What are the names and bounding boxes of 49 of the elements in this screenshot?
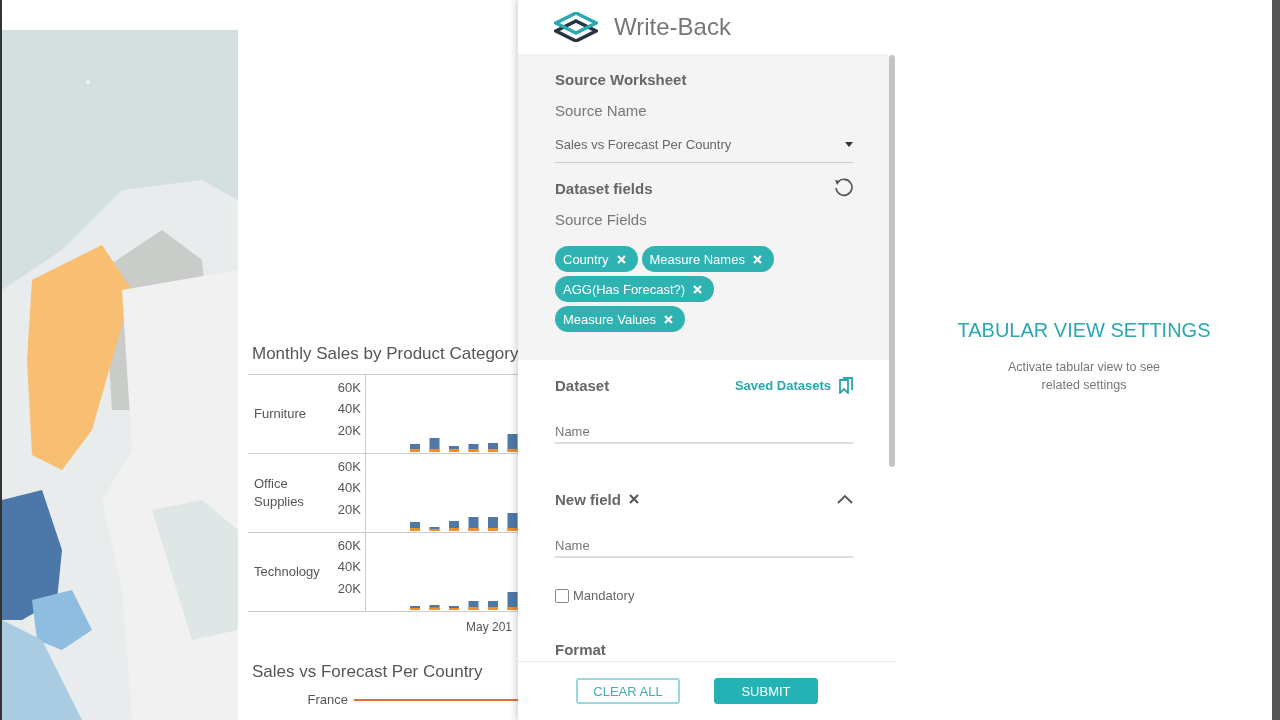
row-label: Furniture [253, 405, 308, 423]
checkbox-label: Mandatory [573, 588, 635, 603]
axis-tick: 20K [337, 501, 361, 517]
layers-logo-icon [554, 12, 598, 42]
field-chip: Country [555, 246, 638, 272]
bookmark-icon [839, 376, 853, 394]
name-field[interactable]: Name [555, 538, 853, 558]
remove-icon[interactable] [693, 284, 703, 294]
section-heading: Format [555, 641, 607, 658]
row-label: Technology [253, 563, 321, 581]
section-heading: Dataset fields [555, 179, 653, 197]
section-heading: Source Worksheet [555, 69, 688, 90]
remove-icon[interactable] [664, 314, 673, 324]
submit-button[interactable]: SUBMIT [714, 678, 818, 704]
axis-tick: 60K [337, 380, 361, 396]
axis-tick: 40K [337, 480, 361, 496]
chart-title: Sales vs Forecast Per Country [252, 662, 484, 682]
refresh-icon[interactable] [833, 178, 853, 198]
caret-icon [845, 142, 853, 147]
clear-button[interactable]: CLEAR ALL [576, 678, 680, 704]
source-dropdown[interactable]: Sales vs Forecast Per Country [555, 137, 853, 163]
name-field[interactable]: Name [555, 424, 853, 444]
field-label: Source Name [555, 102, 648, 119]
axis-tick: 60K [337, 538, 361, 554]
axis-label: May 201 [465, 619, 514, 636]
field-chip: Measure Values [555, 306, 685, 332]
close-icon[interactable] [628, 494, 639, 504]
section-heading: New field [555, 490, 621, 508]
axis-tick: 20K [337, 580, 361, 596]
chart-title: Monthly Sales by Product Category [252, 344, 518, 364]
app-title: Write-Back [614, 13, 731, 41]
remove-icon[interactable] [752, 254, 762, 264]
axis-tick: 20K [337, 422, 361, 438]
section-heading: Dataset [555, 376, 610, 394]
chevron-icon[interactable] [837, 494, 853, 504]
scrollbar-thumb[interactable] [889, 55, 895, 467]
field-chip: AGG(Has Forecast?) [555, 276, 715, 302]
section-title: TABULAR VIEW SETTINGS [957, 318, 1211, 342]
saved-datasets-link[interactable]: Saved Datasets [734, 376, 853, 394]
row-label: Office Supplies [253, 475, 305, 511]
mandatory-checkbox[interactable] [555, 588, 569, 603]
info-message: Activate tabular view to see related settings [1006, 358, 1162, 394]
row-label: France [306, 692, 348, 707]
axis-tick: 40K [337, 559, 361, 575]
axis-tick: 60K [337, 459, 361, 475]
axis-tick: 40K [337, 401, 361, 417]
field-chip: Measure Names [641, 246, 774, 272]
remove-icon[interactable] [616, 254, 626, 264]
field-label: Source Fields [555, 211, 648, 228]
